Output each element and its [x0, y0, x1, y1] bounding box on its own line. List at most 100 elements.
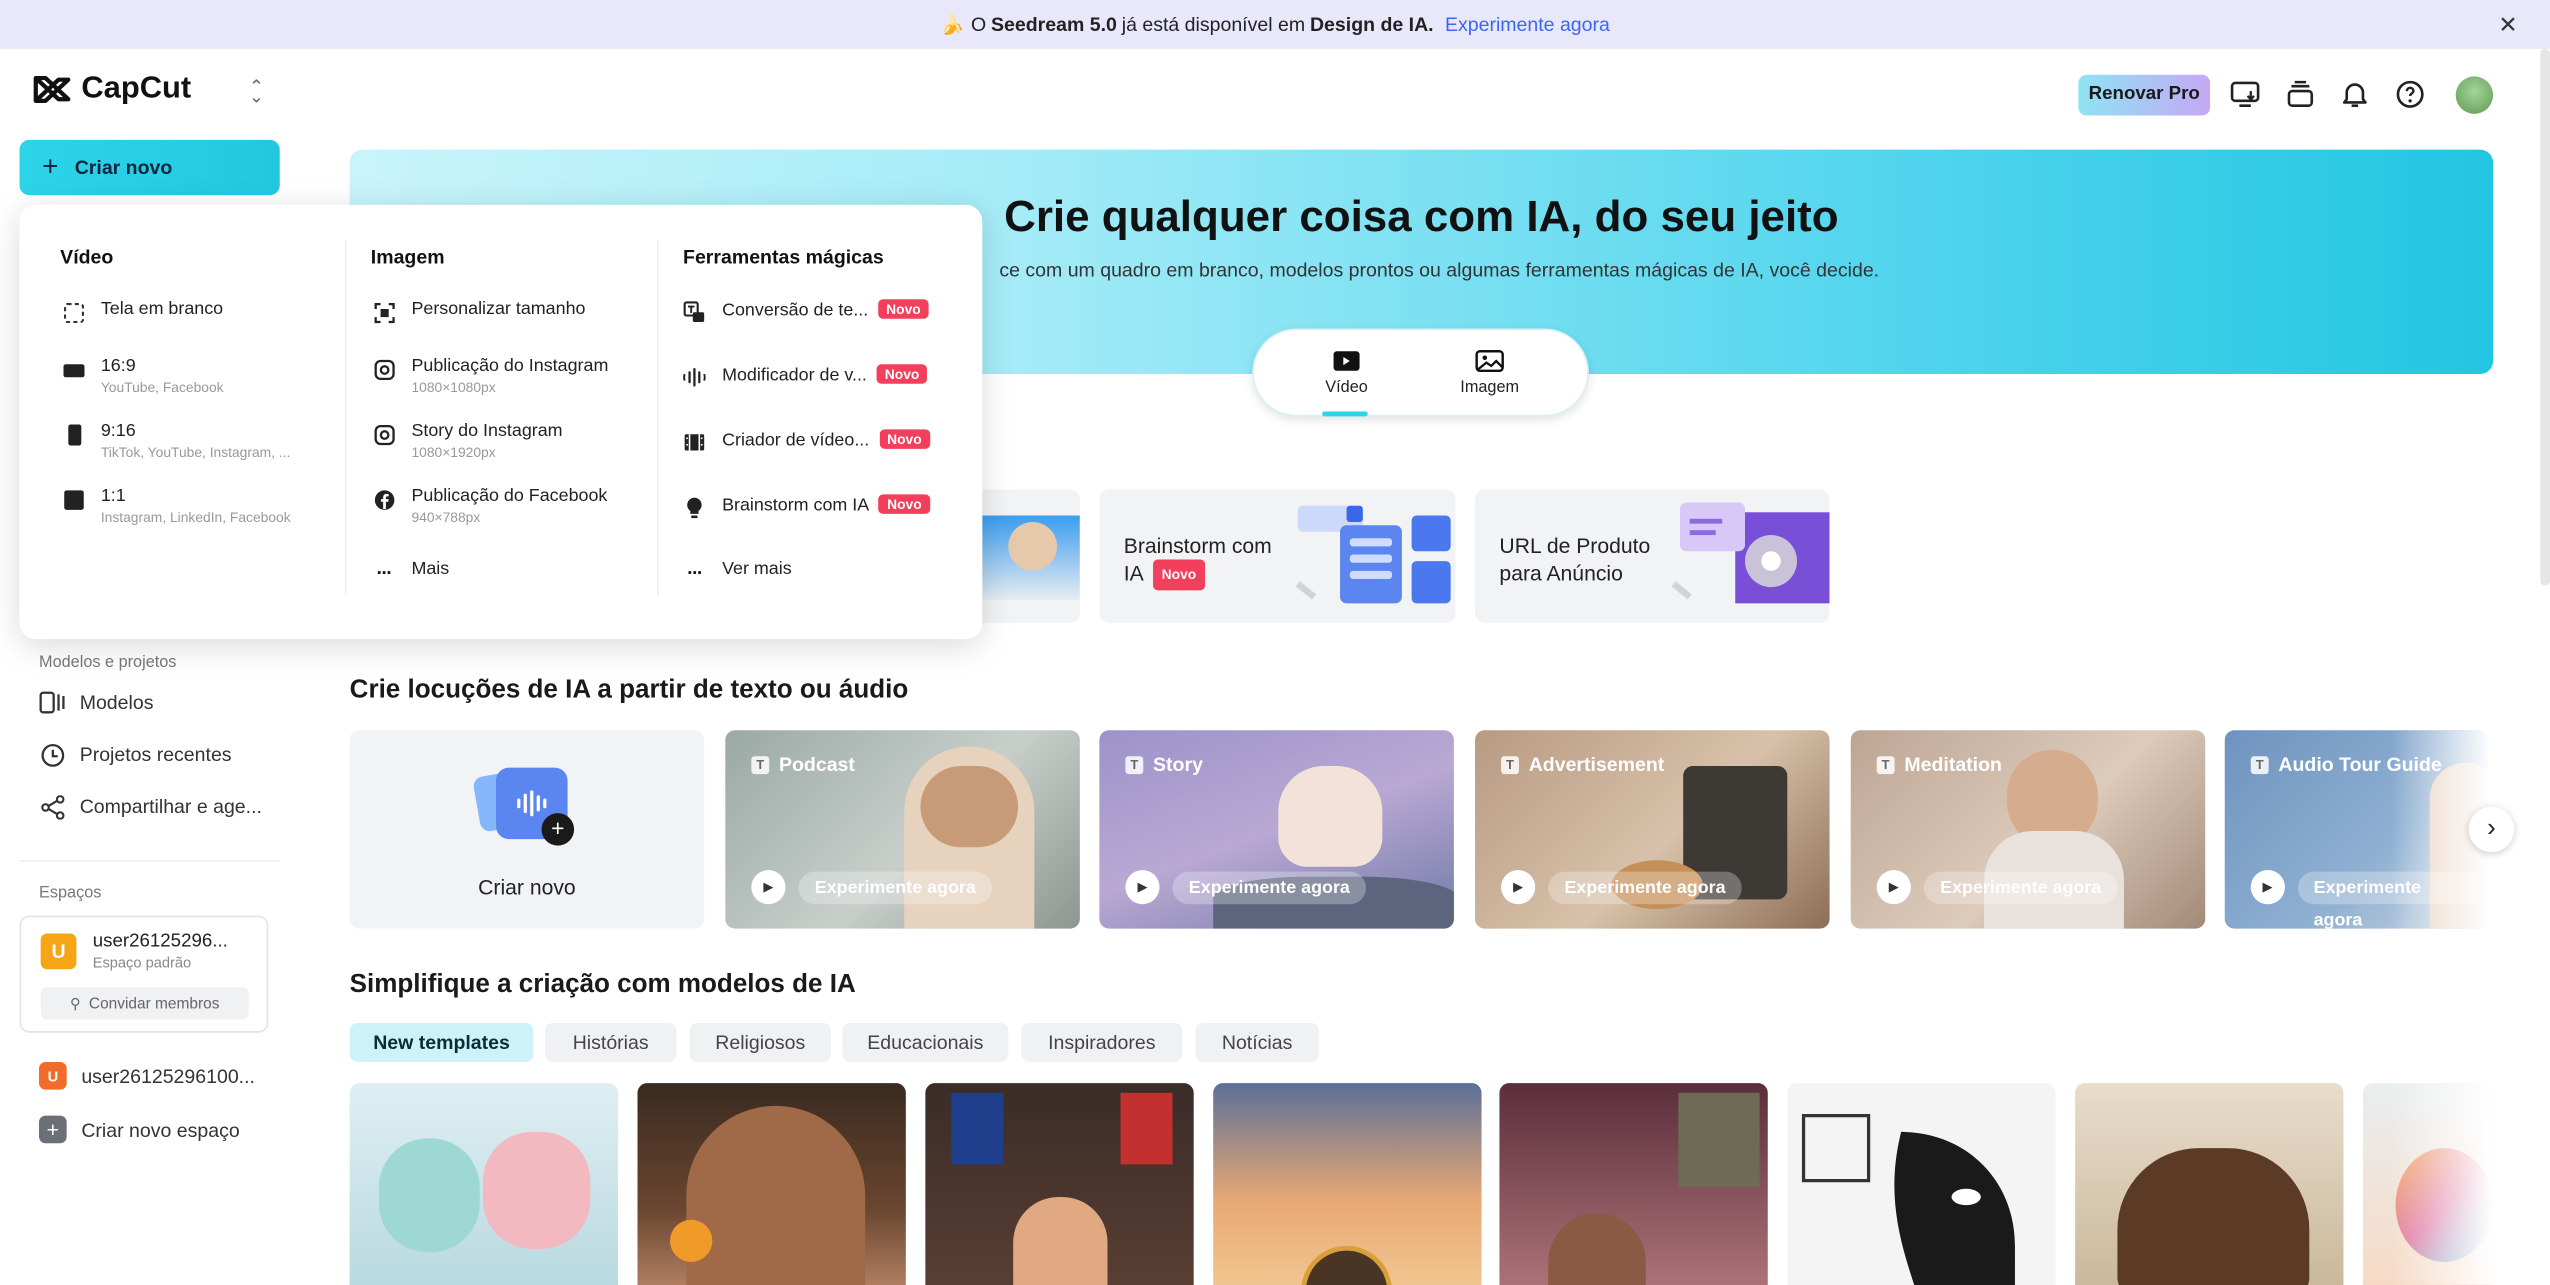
banner-strong-model: Seedream 5.0 [991, 13, 1117, 36]
play-icon[interactable]: ▶ [1125, 870, 1160, 905]
text-icon: T [1876, 755, 1895, 774]
menu-item-voice-changer[interactable]: Modificador de v... Novo [683, 364, 928, 389]
plus-icon: + [541, 813, 575, 846]
app-logo[interactable]: CapCut [33, 71, 192, 108]
flower-thumbnail [670, 1219, 713, 1262]
cat-thumbnail [1278, 765, 1383, 867]
stack-icon[interactable] [2287, 80, 2315, 117]
template-card[interactable] [1499, 1083, 1768, 1285]
sidebar-item-shared[interactable]: Compartilhar e age... [39, 794, 262, 820]
fade-overlay [2390, 1083, 2494, 1285]
bell-icon[interactable] [2342, 80, 2368, 117]
chip-news[interactable]: Notícias [1195, 1022, 1319, 1062]
chip-inspiring[interactable]: Inspiradores [1021, 1022, 1183, 1062]
voice-card-title: Story [1153, 752, 1203, 776]
template-card[interactable] [925, 1083, 1194, 1285]
feature-title-line1: URL de Produto [1499, 533, 1651, 558]
invite-members-label: Convidar membros [88, 994, 220, 1013]
try-now-button[interactable]: Experimente agora [798, 870, 993, 904]
sidebar-item-label: Compartilhar e age... [79, 795, 262, 819]
menu-item-more[interactable]: ··· Mais [372, 559, 449, 583]
template-card[interactable] [1787, 1083, 2056, 1285]
play-icon[interactable]: ▶ [2250, 870, 2285, 905]
voice-create-new-card[interactable]: + Criar novo [349, 730, 705, 929]
menu-item-instagram-post[interactable]: Publicação do Instagram 1080×1080px [372, 356, 608, 395]
templates-section-heading: Simplifique a criação com modelos de IA [349, 970, 856, 999]
page-scrollbar[interactable] [2540, 48, 2550, 586]
voice-card-label: T Podcast [751, 753, 855, 776]
menu-item-1-1[interactable]: 1:1 Instagram, LinkedIn, Facebook [62, 486, 291, 525]
invite-members-button[interactable]: ⚲ Convidar membros [40, 987, 249, 1020]
menu-item-see-more[interactable]: ··· Ver mais [683, 559, 792, 583]
mindmap-illustration-icon [1295, 505, 1451, 604]
template-card[interactable] [1213, 1083, 1482, 1285]
menu-item-ai-brainstorm[interactable]: Brainstorm com IA Novo [683, 494, 930, 519]
template-card[interactable] [2075, 1083, 2344, 1285]
more-icon: ··· [376, 561, 392, 584]
menu-item-blank-canvas[interactable]: Tela em branco [62, 299, 223, 323]
app-name: CapCut [81, 71, 192, 106]
menu-item-label: 9:16 [100, 421, 136, 441]
template-card[interactable] [349, 1083, 618, 1285]
menu-item-sub: Instagram, LinkedIn, Facebook [100, 509, 291, 526]
chip-stories[interactable]: Histórias [544, 1022, 677, 1062]
voice-modifier-icon [683, 366, 706, 389]
sidebar-user[interactable]: U user26125296100... [39, 1061, 255, 1090]
play-icon[interactable]: ▶ [751, 870, 786, 905]
renew-pro-button[interactable]: Renovar Pro [2078, 74, 2211, 116]
hero-title: Crie qualquer coisa com IA, do seu jeito [1004, 191, 1839, 241]
play-icon[interactable]: ▶ [1501, 870, 1536, 905]
more-icon: ··· [687, 561, 703, 584]
facebook-icon [372, 488, 395, 511]
space-card[interactable]: U user26125296... Espaço padrão ⚲ Convid… [19, 915, 269, 1033]
menu-item-custom-size[interactable]: Personalizar tamanho [372, 299, 585, 323]
sidebar-item-recent-projects[interactable]: Projetos recentes [39, 742, 232, 768]
voice-card-podcast[interactable]: T Podcast ▶ Experimente agora [725, 730, 1080, 929]
boy-thumbnail [1013, 1196, 1108, 1285]
feature-title: Brainstorm com IA Novo [1124, 532, 1272, 591]
film-icon [683, 431, 706, 454]
bear-thumbnail [2117, 1148, 2310, 1285]
menu-item-instagram-story[interactable]: Story do Instagram 1080×1920px [372, 421, 563, 460]
play-icon[interactable]: ▶ [1876, 870, 1911, 905]
chip-educational[interactable]: Educacionais [842, 1022, 1009, 1062]
share-icon [39, 794, 65, 820]
workspace-switch-icon[interactable]: ⌃ ⌄ [249, 76, 264, 118]
menu-item-16-9[interactable]: 16:9 YouTube, Facebook [62, 356, 224, 395]
try-now-button[interactable]: Experimente agora [1548, 870, 1742, 904]
create-new-button[interactable]: + Criar novo [19, 139, 280, 196]
menu-item-text-conversion[interactable]: Conversão de te... Novo [683, 299, 929, 323]
create-space-button[interactable]: + Criar novo espaço [39, 1115, 240, 1144]
close-icon[interactable]: ✕ [2498, 11, 2517, 39]
menu-item-label: Mais [411, 559, 450, 579]
tab-video[interactable]: Vídeo [1290, 350, 1404, 397]
portrait-ratio-icon [62, 423, 85, 446]
menu-item-facebook-post[interactable]: Publicação do Facebook 940×788px [372, 486, 607, 525]
chip-new-templates[interactable]: New templates [349, 1022, 534, 1062]
sidebar-item-models[interactable]: Modelos [39, 690, 153, 716]
feature-title-line2: para Anúncio [1499, 561, 1623, 586]
template-card[interactable] [637, 1083, 906, 1285]
help-icon[interactable] [2396, 80, 2425, 117]
voice-card-story[interactable]: T Story ▶ Experimente agora [1099, 730, 1454, 929]
announcement-banner: 🍌 O Seedream 5.0 já está disponível em D… [0, 0, 2550, 49]
banner-try-link[interactable]: Experimente agora [1445, 13, 1610, 36]
menu-item-label: Conversão de te... [722, 300, 869, 321]
space-type: Espaço padrão [92, 954, 192, 971]
try-now-button[interactable]: Experimente agora [1923, 870, 2118, 904]
feature-card-product-url[interactable]: URL de Produto para Anúncio [1475, 489, 1830, 623]
toy-thumbnail [483, 1131, 591, 1249]
carousel-next-icon[interactable]: › [2468, 806, 2515, 853]
voice-card-advertisement[interactable]: T Advertisement ▶ Experimente agora [1475, 730, 1830, 929]
voice-card-title: Advertisement [1528, 752, 1665, 776]
feature-card-brainstorm[interactable]: Brainstorm com IA Novo [1099, 489, 1456, 623]
menu-item-9-16[interactable]: 9:16 TikTok, YouTube, Instagram, ... [62, 421, 290, 460]
menu-item-video-creator[interactable]: Criador de vídeo... Novo [683, 429, 930, 453]
tab-image[interactable]: Imagem [1433, 350, 1547, 397]
try-now-button[interactable]: Experimente agora [1172, 870, 1367, 904]
avatar[interactable] [2455, 76, 2494, 114]
menu-item-label: Ver mais [722, 559, 792, 579]
chip-religious[interactable]: Religiosos [689, 1022, 832, 1062]
desktop-download-icon[interactable] [2230, 80, 2261, 117]
voice-card-meditation[interactable]: T Meditation ▶ Experimente agora [1850, 730, 2206, 929]
